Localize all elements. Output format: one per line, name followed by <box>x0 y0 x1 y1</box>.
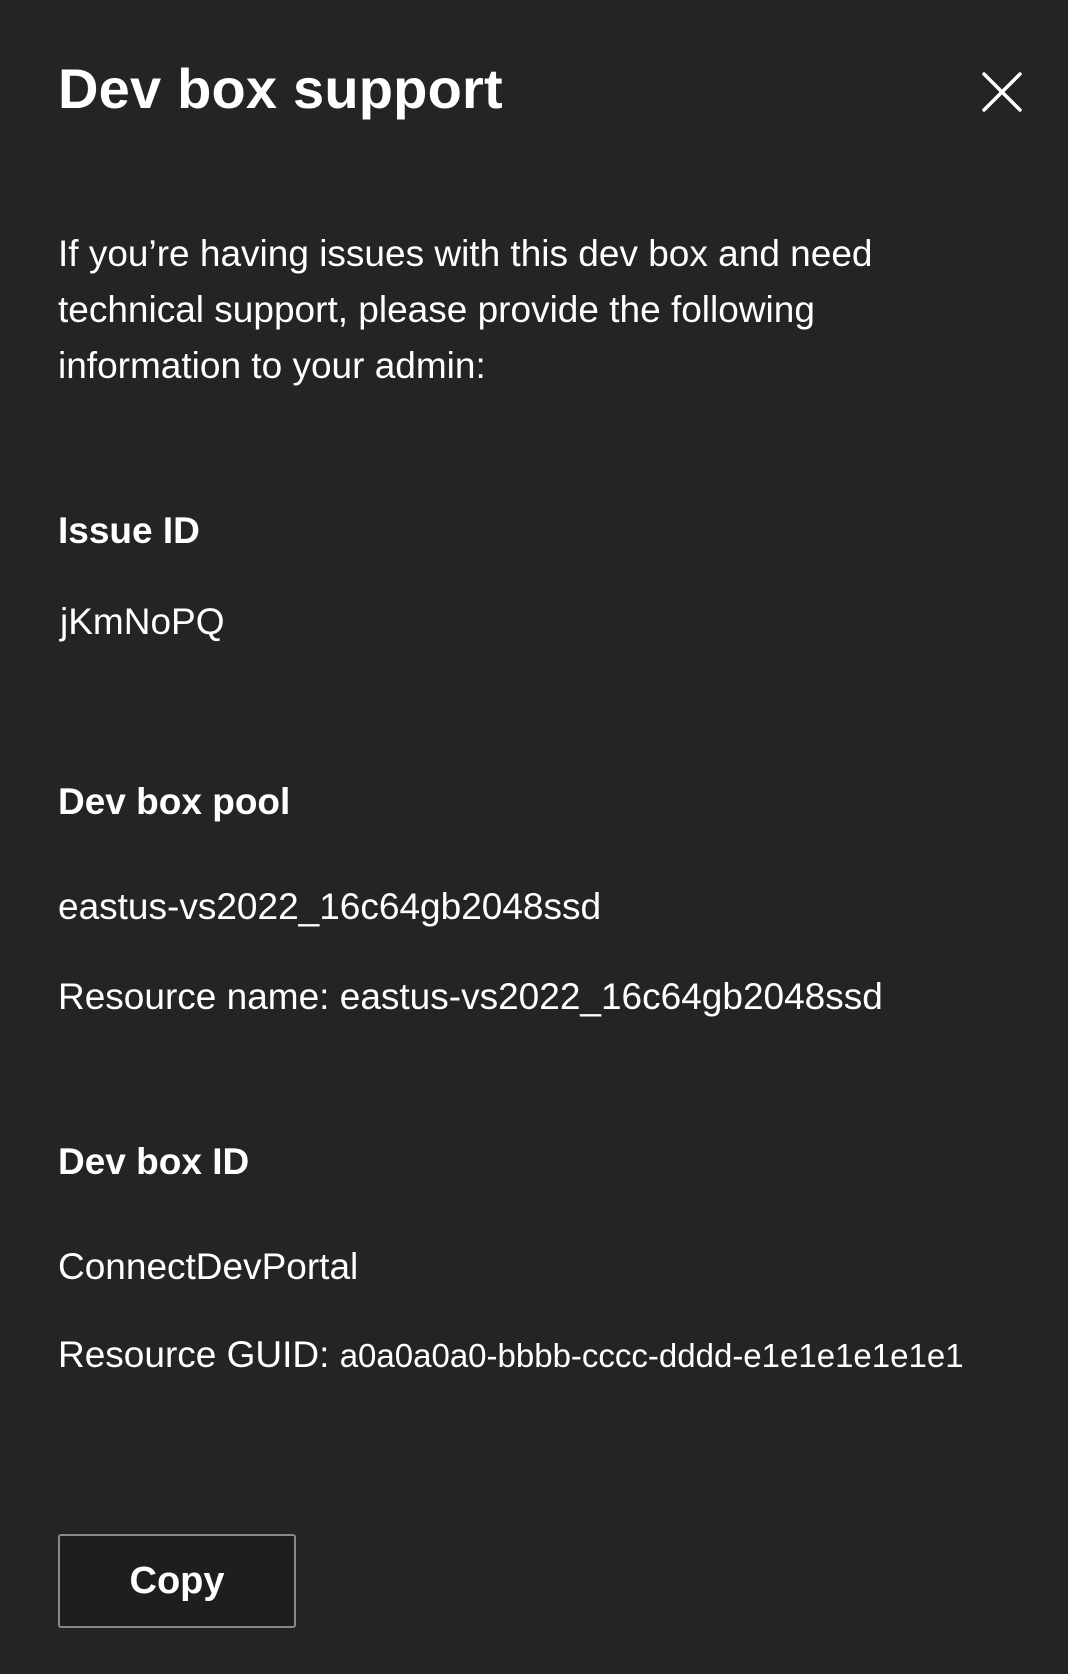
dev-box-pool-label: Dev box pool <box>58 781 291 822</box>
issue-id-label: Issue ID <box>58 510 200 551</box>
resource-name-line: Resource name: eastus-vs2022_16c64gb2048… <box>58 976 883 1018</box>
close-button[interactable] <box>980 70 1024 114</box>
dev-box-pool-value: eastus-vs2022_16c64gb2048ssd <box>58 886 602 927</box>
copy-button[interactable]: Copy <box>58 1534 296 1628</box>
dev-box-id-label: Dev box ID <box>58 1141 250 1182</box>
issue-id-value: jKmNoPQ <box>60 601 225 642</box>
resource-guid-line: Resource GUID: a0a0a0a0-bbbb-cccc-dddd-e… <box>58 1334 964 1376</box>
support-description: If you’re having issues with this dev bo… <box>58 233 873 386</box>
resource-guid-value: a0a0a0a0-bbbb-cccc-dddd-e1e1e1e1e1e1 <box>339 1337 964 1374</box>
resource-name-label: Resource name: <box>58 976 330 1017</box>
resource-guid-label: Resource GUID: <box>58 1334 330 1375</box>
resource-name-value: eastus-vs2022_16c64gb2048ssd <box>339 976 883 1017</box>
dev-box-id-value: ConnectDevPortal <box>58 1246 359 1287</box>
dev-box-support-panel: Dev box support If you’re having issues … <box>0 0 1068 1674</box>
panel-title: Dev box support <box>58 57 503 120</box>
close-icon <box>980 70 1024 114</box>
